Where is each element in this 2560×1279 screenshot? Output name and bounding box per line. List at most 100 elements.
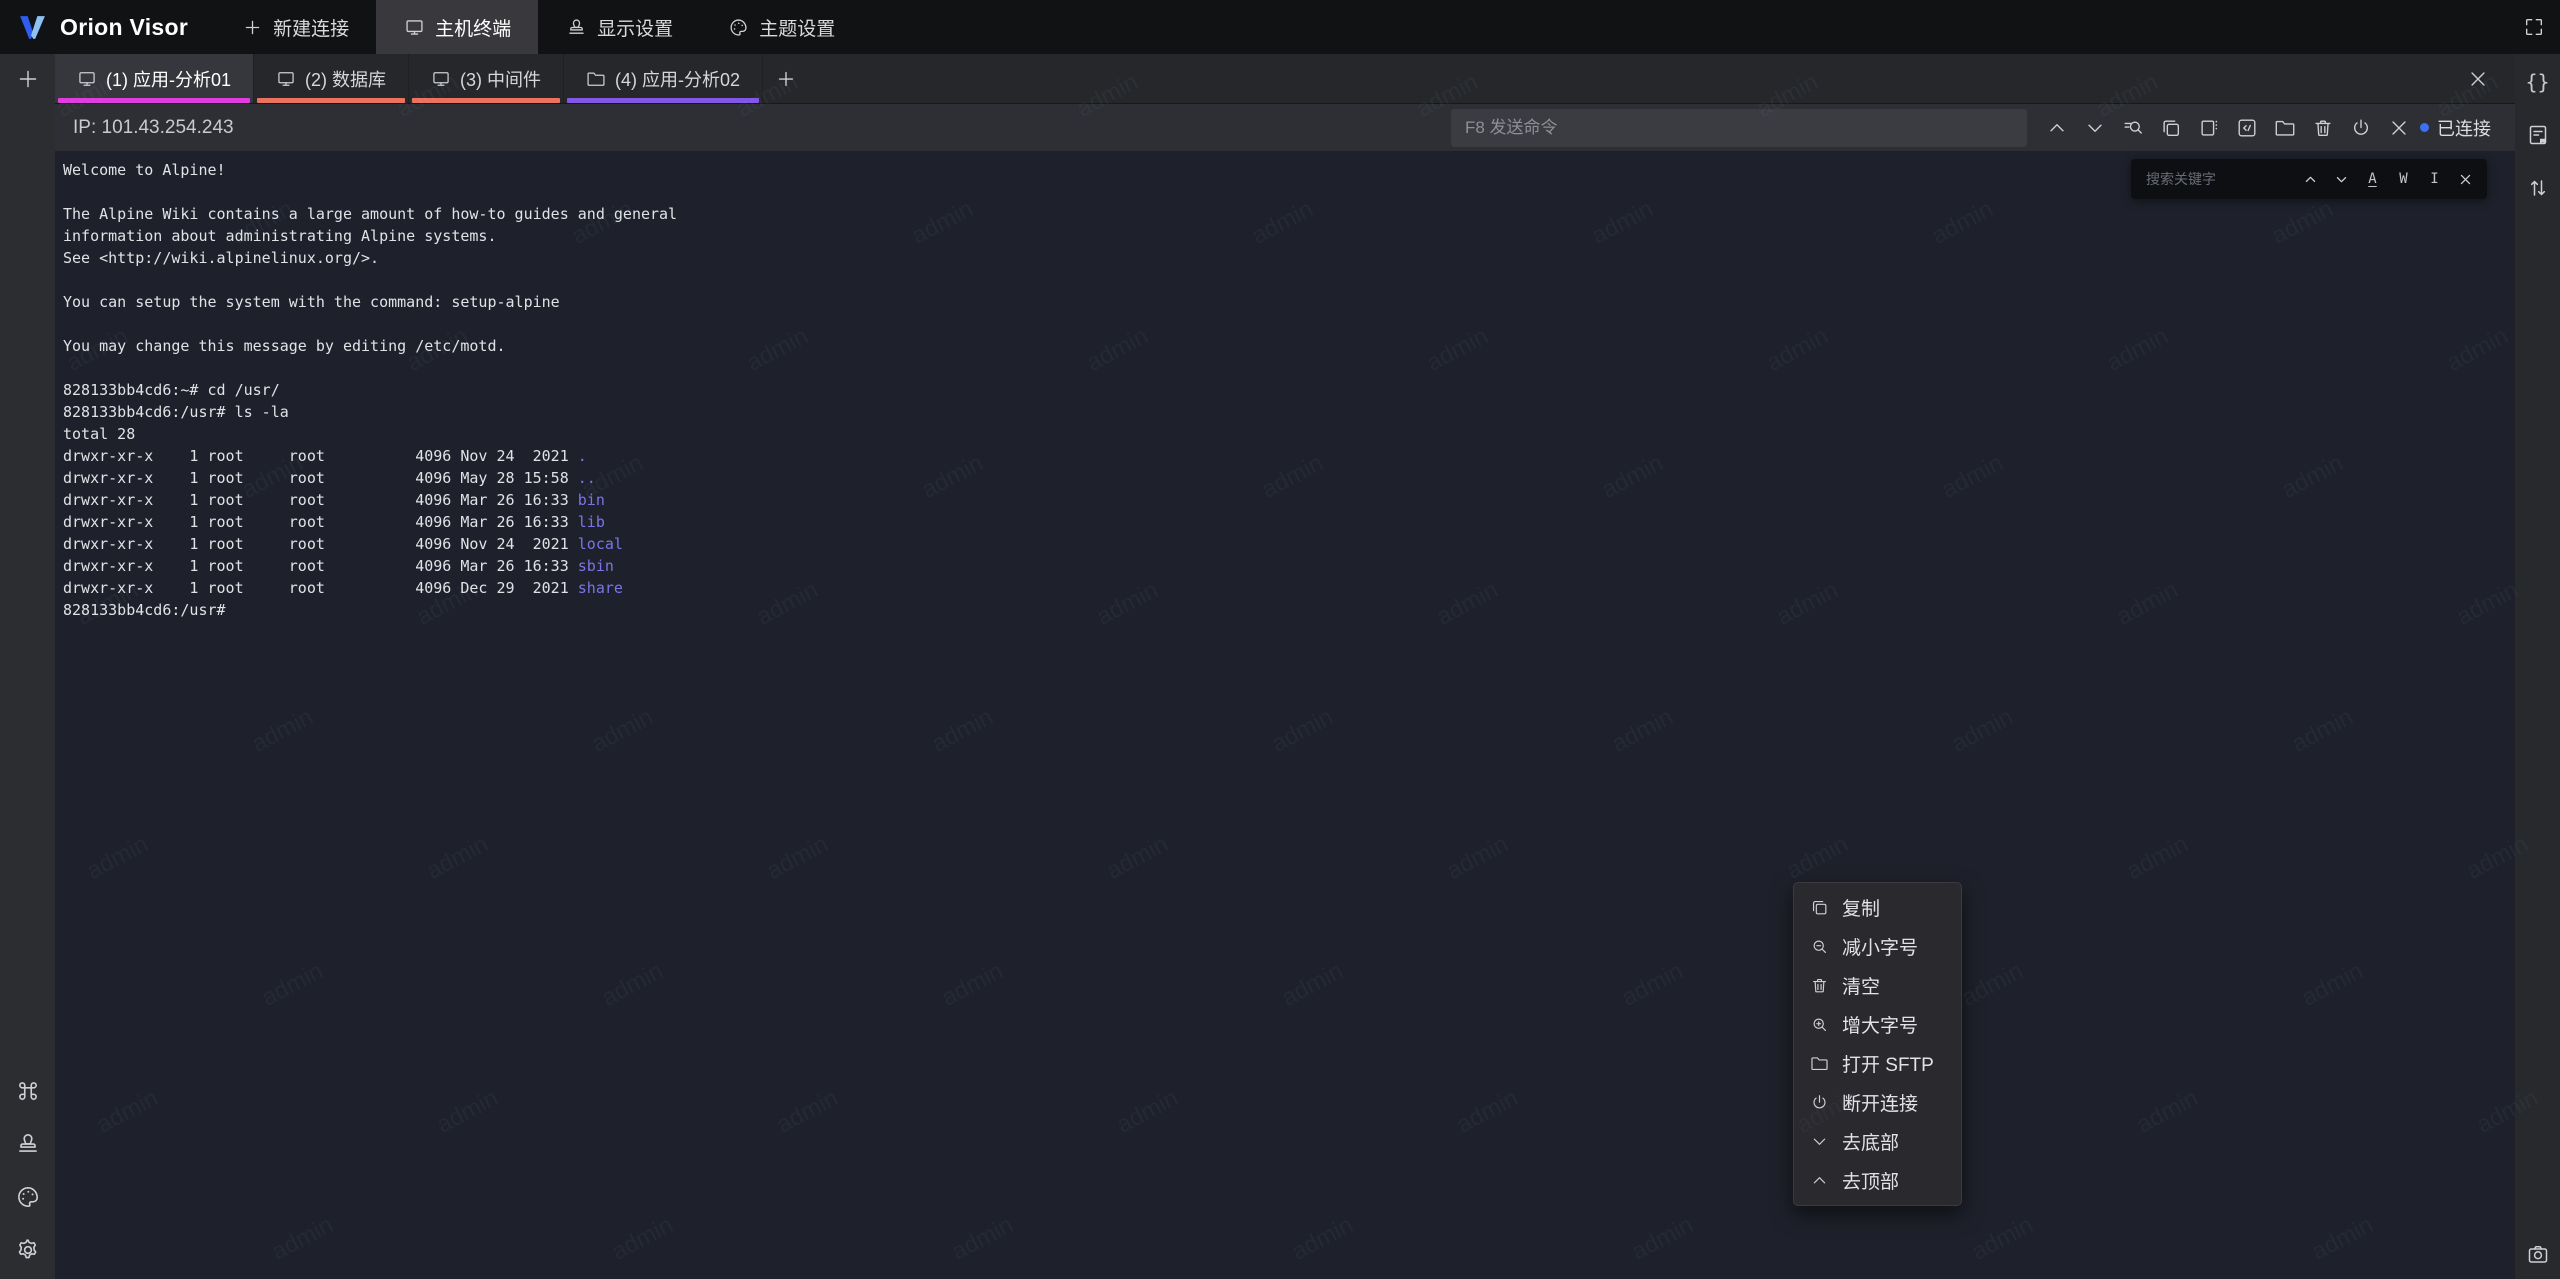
context-menu-item-7[interactable]: 去顶部	[1794, 1161, 1961, 1200]
tab-bar: (1) 应用-分析01 (2) 数据库 (3) 中间件 (4) 应用-分析02	[55, 54, 2515, 104]
context-menu-item-0[interactable]: 复制	[1794, 888, 1961, 927]
tab-label: (3) 中间件	[460, 66, 541, 92]
search-input[interactable]	[2144, 170, 2302, 188]
left-rail	[0, 54, 55, 1279]
terminal-line	[63, 269, 2515, 291]
terminal-screen[interactable]: Welcome to Alpine!The Alpine Wiki contai…	[55, 151, 2515, 1279]
settings-gear-icon[interactable]	[15, 1237, 41, 1263]
context-menu-item-1[interactable]: 减小字号	[1794, 927, 1961, 966]
whole-word-icon[interactable]: W	[2395, 171, 2412, 188]
scroll-up-icon[interactable]	[2044, 115, 2070, 141]
body-row: (1) 应用-分析01(2) 数据库(3) 中间件(4) 应用-分析02 IP:…	[0, 54, 2560, 1279]
brand[interactable]: Orion Visor	[0, 0, 214, 54]
code-braces-icon-glyph: {}	[2525, 72, 2549, 92]
top-menu-item-2[interactable]: 显示设置	[538, 0, 700, 54]
terminal-line: The Alpine Wiki contains a large amount …	[63, 203, 2515, 225]
new-tab-button[interactable]	[763, 54, 809, 103]
match-case-icon[interactable]: A	[2364, 171, 2381, 188]
close-search-icon[interactable]	[2457, 171, 2474, 188]
directory-name: .	[578, 447, 587, 465]
chevron-up-icon	[1810, 1171, 1829, 1190]
disconnect-icon[interactable]	[2348, 115, 2374, 141]
paste-icon[interactable]	[2196, 115, 2222, 141]
terminal-tab-1[interactable]: (1) 应用-分析01	[55, 54, 254, 103]
terminal-line: drwxr-xr-x 1 root root 4096 Dec 29 2021 …	[63, 577, 2515, 599]
shortcut-command-icon[interactable]	[15, 1078, 41, 1104]
tab-underline	[567, 98, 759, 103]
terminal-line: drwxr-xr-x 1 root root 4096 Mar 26 16:33…	[63, 511, 2515, 533]
regex-icon-glyph: I	[2430, 172, 2438, 186]
top-menu-item-3[interactable]: 主题设置	[700, 0, 862, 54]
monitor-icon	[77, 69, 97, 89]
file-bookmark-icon[interactable]	[2525, 122, 2551, 148]
directory-name: ..	[578, 469, 596, 487]
clear-terminal-icon[interactable]	[2310, 115, 2336, 141]
find-previous-icon[interactable]	[2302, 171, 2319, 188]
terminal-line	[63, 313, 2515, 335]
theme-palette-icon[interactable]	[15, 1184, 41, 1210]
code-braces-icon[interactable]: {}	[2525, 69, 2551, 95]
right-rail: {}	[2515, 54, 2560, 1279]
directory-name: sbin	[578, 557, 614, 575]
trash-icon	[1810, 976, 1829, 995]
top-menu-item-1[interactable]: 主机终端	[376, 0, 538, 54]
chevron-down-icon	[1810, 1132, 1829, 1151]
screenshot-camera-icon[interactable]	[2525, 1241, 2551, 1267]
new-connection-plus-icon[interactable]	[15, 66, 41, 92]
match-case-icon-glyph: A	[2368, 172, 2376, 186]
find-next-icon[interactable]	[2333, 171, 2350, 188]
orion-visor-logo-icon	[16, 11, 49, 44]
terminal-line: 828133bb4cd6:/usr# ls -la	[63, 401, 2515, 423]
top-menu-label: 显示设置	[597, 14, 673, 41]
tab-underline	[257, 98, 405, 103]
tab-underline	[412, 98, 560, 103]
context-menu-item-4[interactable]: 打开 SFTP	[1794, 1044, 1961, 1083]
status-label: 已连接	[2437, 115, 2491, 141]
context-menu-label: 清空	[1842, 972, 1880, 999]
directory-name: local	[578, 535, 623, 553]
context-menu-item-2[interactable]: 清空	[1794, 966, 1961, 1005]
close-all-tabs-button[interactable]	[2465, 66, 2491, 92]
tab-label: (1) 应用-分析01	[106, 66, 231, 92]
top-menu: 新建连接主机终端 显示设置主题设置	[214, 0, 862, 54]
terminal-line: drwxr-xr-x 1 root root 4096 Nov 24 2021 …	[63, 445, 2515, 467]
arrows-up-down-icon[interactable]	[2525, 175, 2551, 201]
terminal-tab-4[interactable]: (4) 应用-分析02	[564, 54, 763, 103]
top-menu-item-0[interactable]: 新建连接	[214, 0, 376, 54]
stamp-icon	[565, 16, 587, 38]
scroll-down-icon[interactable]	[2082, 115, 2108, 141]
terminal-search-overlay: AWI	[2131, 159, 2487, 199]
terminal-line: drwxr-xr-x 1 root root 4096 May 28 15:58…	[63, 467, 2515, 489]
close-terminal-icon[interactable]	[2386, 115, 2412, 141]
topbar: Orion Visor 新建连接主机终端 显示设置主题设置	[0, 0, 2560, 54]
power-icon	[1810, 1093, 1829, 1112]
send-command-input[interactable]	[1451, 109, 2027, 147]
regex-icon[interactable]: I	[2426, 171, 2443, 188]
fullscreen-icon[interactable]	[2521, 14, 2547, 40]
terminal-line: information about administrating Alpine …	[63, 225, 2515, 247]
terminal-tab-2[interactable]: (2) 数据库	[254, 54, 409, 103]
left-rail-bottom-icons	[15, 1078, 41, 1263]
new-tab-plus-icon	[773, 66, 799, 92]
context-menu-label: 断开连接	[1842, 1089, 1918, 1116]
search-history-icon[interactable]	[2120, 115, 2146, 141]
copy-icon	[1810, 898, 1829, 917]
sftp-folder-icon[interactable]	[2272, 115, 2298, 141]
topbar-spacer	[862, 0, 2521, 54]
context-menu-item-3[interactable]: 增大字号	[1794, 1005, 1961, 1044]
terminal-output: Welcome to Alpine!The Alpine Wiki contai…	[63, 159, 2515, 621]
display-setting-icon[interactable]	[15, 1131, 41, 1157]
status-dot-icon	[2420, 123, 2429, 132]
terminal-tab-3[interactable]: (3) 中间件	[409, 54, 564, 103]
context-menu-item-5[interactable]: 断开连接	[1794, 1083, 1961, 1122]
search-icons: AWI	[2302, 171, 2474, 188]
plus-icon	[241, 16, 263, 38]
monitor-icon	[403, 16, 425, 38]
orion-visor-app: Orion Visor 新建连接主机终端 显示设置主题设置 (1) 应用-分析01…	[0, 0, 2560, 1279]
copy-icon[interactable]	[2158, 115, 2184, 141]
tab-label: (2) 数据库	[305, 66, 386, 92]
app-title: Orion Visor	[60, 14, 188, 41]
center-panel: (1) 应用-分析01(2) 数据库(3) 中间件(4) 应用-分析02 IP:…	[55, 54, 2515, 1279]
context-menu-item-6[interactable]: 去底部	[1794, 1122, 1961, 1161]
command-snippet-icon[interactable]	[2234, 115, 2260, 141]
